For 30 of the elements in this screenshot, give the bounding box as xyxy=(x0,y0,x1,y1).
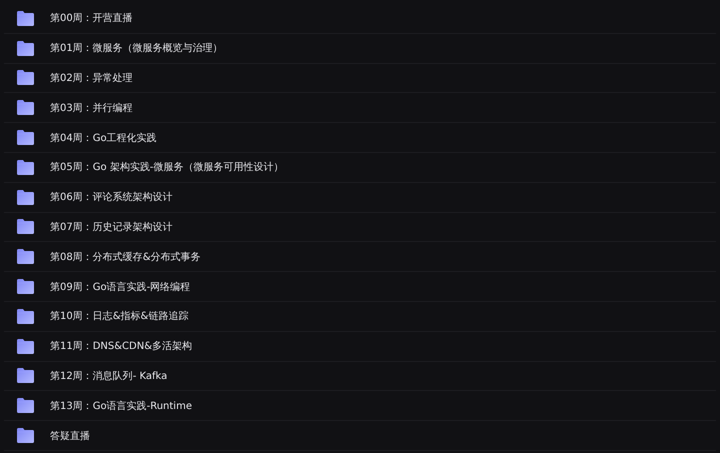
folder-name[interactable]: 第02周：异常处理 xyxy=(46,68,137,87)
folder-icon xyxy=(17,160,34,175)
folder-name[interactable]: 第10周：日志&指标&链路追踪 xyxy=(46,307,192,326)
folder-icon xyxy=(17,338,34,354)
folder-icon xyxy=(17,219,34,234)
folder-icon xyxy=(17,308,34,324)
folder-name[interactable]: 第12周：消息队列- Kafka xyxy=(46,366,172,385)
folder-icon xyxy=(17,100,34,116)
folder-icon xyxy=(17,130,34,146)
folder-icon xyxy=(17,428,34,444)
folder-icon xyxy=(17,70,34,86)
folder-name[interactable]: 第03周：并行编程 xyxy=(46,98,137,117)
folder-icon xyxy=(17,249,34,264)
folder-icon xyxy=(17,398,34,414)
folder-name[interactable]: 第08周：分布式缓存&分布式事务 xyxy=(46,248,205,266)
folder-icon xyxy=(17,368,34,384)
folder-name[interactable]: 第06周：评论系统架构设计 xyxy=(46,188,177,206)
folder-icon xyxy=(17,190,34,205)
folder-name[interactable]: 答疑直播 xyxy=(46,426,94,445)
folder-name[interactable]: 第11周：DNS&CDN&多活架构 xyxy=(46,337,196,356)
folder-icon xyxy=(17,279,34,294)
folder-icon xyxy=(17,40,34,56)
folder-name[interactable]: 第00周：开营直播 xyxy=(46,9,137,28)
folder-name[interactable]: 第05周：Go 架构实践-微服务（微服务可用性设计） xyxy=(46,158,288,176)
folder-name[interactable]: 第07周：历史记录架构设计 xyxy=(46,218,177,236)
folder-name[interactable]: 第09周：Go语言实践-网络编程 xyxy=(46,278,194,296)
folder-icon xyxy=(17,10,34,26)
folder-name[interactable]: 第13周：Go语言实践-Runtime xyxy=(46,396,196,415)
folder-name[interactable]: 第01周：微服务（微服务概览与治理） xyxy=(46,39,227,58)
folder-name[interactable]: 第04周：Go工程化实践 xyxy=(46,128,161,147)
